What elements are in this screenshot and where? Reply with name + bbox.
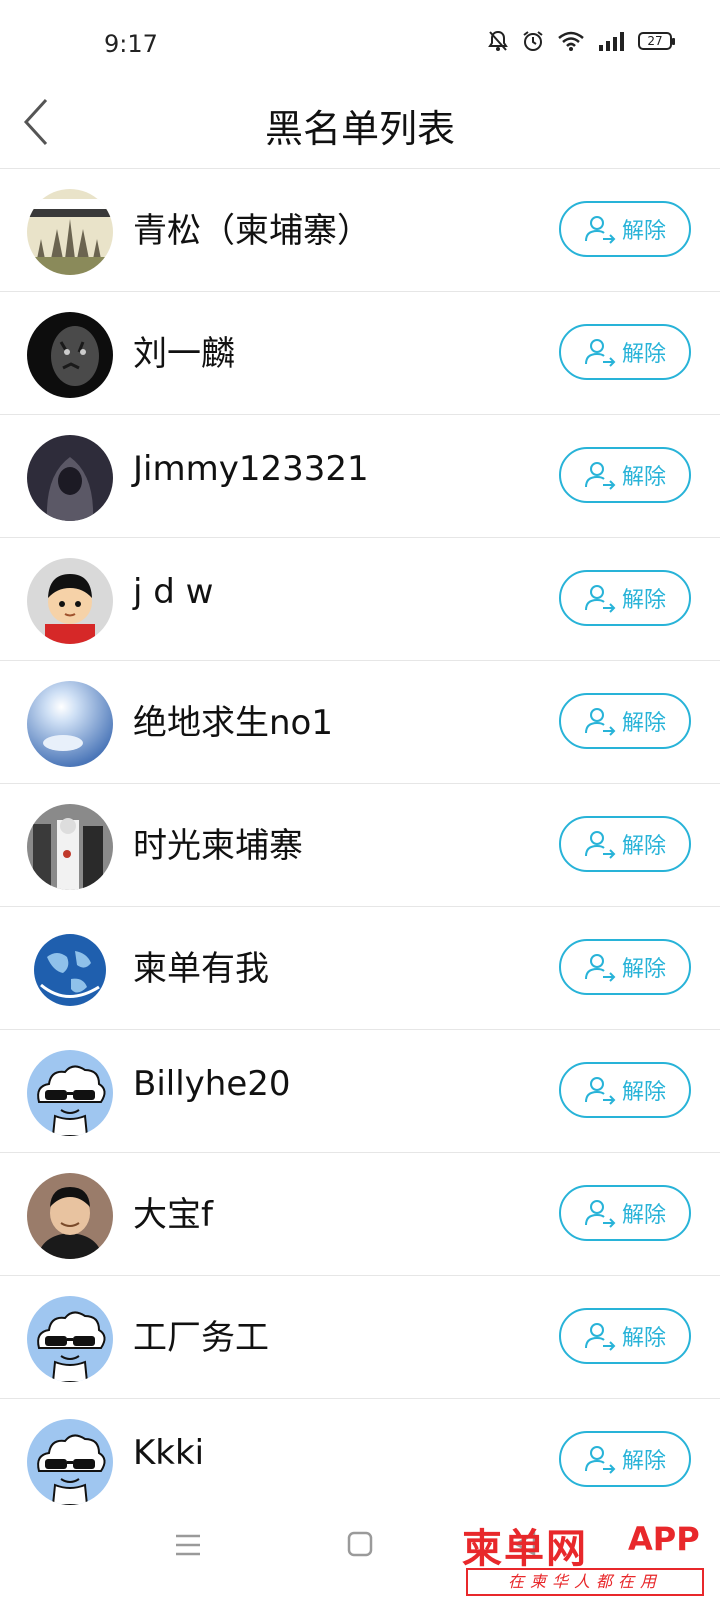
globe-avatar [27,927,113,1013]
list-item: Jimmy123321 解除 [0,415,720,538]
user-remove-icon [584,1446,616,1474]
status-time: 9:17 [104,30,158,58]
user-name: 工厂务工 [133,1318,269,1358]
watermark-slogan: 在柬华人都在用 [466,1568,704,1596]
default-cloud-avatar [27,1050,113,1136]
angkor-wat-avatar [27,189,113,275]
avatar[interactable] [27,1296,113,1382]
unblock-button[interactable]: 解除 [559,201,691,257]
avatar[interactable] [27,927,113,1013]
unblock-label: 解除 [621,465,666,490]
avatar[interactable] [27,1419,113,1505]
list-item: 时光柬埔寨 解除 [0,784,720,907]
unblock-label: 解除 [621,219,666,244]
mute-bell-icon [488,30,508,52]
unblock-label: 解除 [621,1326,666,1351]
avatar[interactable] [27,804,113,890]
cartoon-boy-avatar [27,558,113,644]
wifi-icon [558,31,584,51]
unblock-button[interactable]: 解除 [559,1431,691,1487]
list-item: j d w 解除 [0,538,720,661]
user-remove-icon [584,216,616,244]
unblock-button[interactable]: 解除 [559,939,691,995]
unblock-label: 解除 [621,1203,666,1228]
sky-sun-avatar [27,681,113,767]
user-name: 绝地求生no1 [133,703,333,743]
user-remove-icon [584,585,616,613]
unblock-label: 解除 [621,1080,666,1105]
list-item: Kkki 解除 [0,1399,720,1522]
hooded-figure-avatar [27,435,113,521]
user-name: 柬单有我 [133,949,269,989]
unblock-button[interactable]: 解除 [559,447,691,503]
recent-apps-button[interactable] [174,1532,202,1562]
unblock-label: 解除 [621,957,666,982]
unblock-label: 解除 [621,834,666,859]
menu-icon [176,1534,200,1556]
unblock-button[interactable]: 解除 [559,570,691,626]
page-title: 黑名单列表 [264,107,455,151]
user-name: 大宝f [133,1195,213,1235]
user-name: j d w [133,572,214,612]
unblock-button[interactable]: 解除 [559,1308,691,1364]
unblock-button[interactable]: 解除 [559,693,691,749]
battery-icon: 27 [638,32,675,50]
tiger-avatar [27,312,113,398]
home-square-icon [347,1531,373,1557]
unblock-button[interactable]: 解除 [559,324,691,380]
user-name: Jimmy123321 [133,449,369,489]
user-remove-icon [584,462,616,490]
user-name: 时光柬埔寨 [133,826,303,866]
people-photo-avatar [27,804,113,890]
home-button[interactable] [346,1530,374,1562]
unblock-label: 解除 [621,711,666,736]
user-remove-icon [584,339,616,367]
list-item: 大宝f 解除 [0,1153,720,1276]
status-icons: 27 [488,30,675,52]
user-name: Billyhe20 [133,1064,291,1104]
avatar[interactable] [27,1050,113,1136]
avatar[interactable] [27,681,113,767]
user-remove-icon [584,708,616,736]
list-item: 青松（柬埔寨） 解除 [0,169,720,292]
unblock-label: 解除 [621,1449,666,1474]
unblock-button[interactable]: 解除 [559,1185,691,1241]
header: 黑名单列表 [0,90,720,169]
avatar[interactable] [27,189,113,275]
watermark-logo: 柬单网 APP 在柬华人都在用 [462,1516,714,1600]
signal-icon [598,31,624,51]
avatar[interactable] [27,1173,113,1259]
default-cloud-avatar [27,1296,113,1382]
user-remove-icon [584,831,616,859]
user-remove-icon [584,954,616,982]
default-cloud-avatar [27,1419,113,1505]
user-remove-icon [584,1077,616,1105]
unblock-label: 解除 [621,342,666,367]
avatar[interactable] [27,435,113,521]
list-item: 工厂务工 解除 [0,1276,720,1399]
user-name: 刘一麟 [133,334,235,374]
unblock-label: 解除 [621,588,666,613]
unblock-button[interactable]: 解除 [559,816,691,872]
watermark-app: APP [628,1520,700,1558]
unblock-button[interactable]: 解除 [559,1062,691,1118]
blacklist-screen: 9:17 27 黑名单列表 青松（柬埔寨） 解除 刘一麟 解除 Jimmy123… [0,0,720,1600]
user-remove-icon [584,1200,616,1228]
user-name: Kkki [133,1433,205,1473]
watermark-brand: 柬单网 [462,1526,588,1572]
status-bar: 9:17 27 [0,0,720,90]
portrait-avatar [27,1173,113,1259]
blocked-user-list: 青松（柬埔寨） 解除 刘一麟 解除 Jimmy123321 解除 j d w 解… [0,169,720,1522]
avatar[interactable] [27,312,113,398]
avatar[interactable] [27,558,113,644]
list-item: 柬单有我 解除 [0,907,720,1030]
user-remove-icon [584,1323,616,1351]
alarm-icon [522,30,544,52]
list-item: 绝地求生no1 解除 [0,661,720,784]
user-name: 青松（柬埔寨） [133,211,371,251]
list-item: Billyhe20 解除 [0,1030,720,1153]
list-item: 刘一麟 解除 [0,292,720,415]
